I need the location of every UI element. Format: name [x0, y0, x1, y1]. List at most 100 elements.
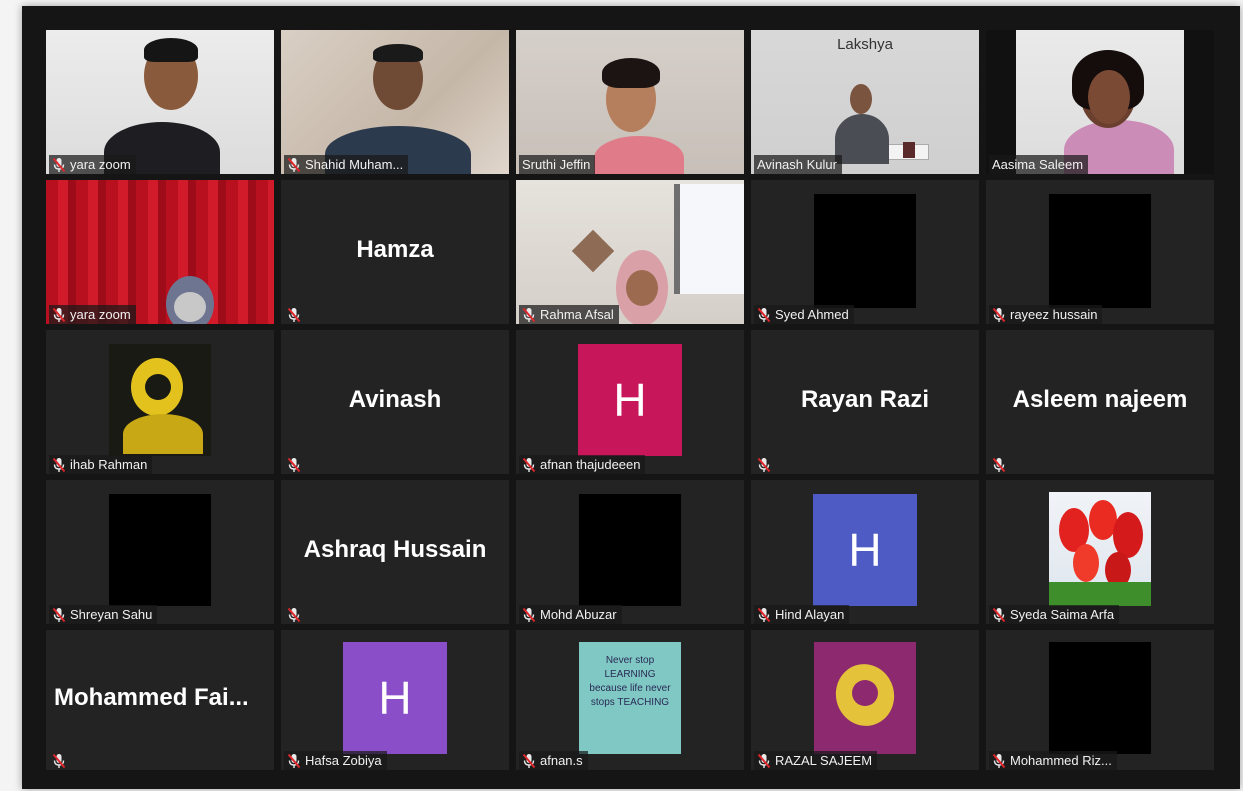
- participant-name: Aasima Saleem: [992, 157, 1084, 172]
- participant-avatar: [814, 642, 916, 754]
- participant-tile[interactable]: Avinash: [281, 330, 509, 474]
- participant-tile[interactable]: Syed Ahmed: [751, 180, 979, 324]
- participant-name: Mohammed Riz...: [1010, 753, 1112, 768]
- participant-display-name: Avinash: [348, 385, 442, 413]
- participant-name: Rahma Afsal: [540, 307, 614, 322]
- participant-video: [46, 180, 274, 324]
- participant-name: Shahid Muham...: [305, 157, 404, 172]
- participant-name-label: [49, 751, 71, 770]
- mic-muted-icon: [287, 457, 301, 473]
- participant-tile[interactable]: Mohammed Riz...: [986, 630, 1214, 770]
- participant-avatar: [109, 344, 211, 456]
- mic-muted-icon: [992, 307, 1006, 323]
- mic-muted-icon: [287, 753, 301, 769]
- mic-muted-icon: [757, 307, 771, 323]
- participant-tile[interactable]: Syeda Saima Arfa: [986, 480, 1214, 624]
- participant-tile[interactable]: Aasima Saleem: [986, 30, 1214, 174]
- participant-tile[interactable]: Asleem najeem: [986, 330, 1214, 474]
- mic-muted-icon: [757, 753, 771, 769]
- participant-tile[interactable]: Lakshya Avinash Kulur: [751, 30, 979, 174]
- participant-tile-active-speaker[interactable]: Sruthi Jeffin: [516, 30, 744, 174]
- participant-name-label: [754, 455, 776, 474]
- participant-name-label: Aasima Saleem: [989, 155, 1089, 174]
- participant-name-label: yara zoom: [49, 305, 136, 324]
- participant-tile[interactable]: H Hafsa Zobiya: [281, 630, 509, 770]
- participant-tile[interactable]: yara zoom: [46, 30, 274, 174]
- participant-video: [1016, 30, 1184, 174]
- participant-name-label: [284, 305, 306, 324]
- participant-name-label: yara zoom: [49, 155, 136, 174]
- participant-tile[interactable]: Never stop LEARNING because life never s…: [516, 630, 744, 770]
- participant-name-label: Hind Alayan: [754, 605, 850, 624]
- mic-muted-icon: [522, 607, 536, 623]
- participant-name-label: Mohammed Riz...: [989, 751, 1117, 770]
- participant-name-label: afnan thajudeeen: [519, 455, 646, 474]
- participant-tile[interactable]: Rahma Afsal: [516, 180, 744, 324]
- participant-name: Hind Alayan: [775, 607, 845, 622]
- participant-display-name: Mohammed Fai...: [54, 683, 249, 711]
- participant-display-name: Hamza: [356, 235, 434, 263]
- participant-display-name: Rayan Razi: [800, 385, 930, 413]
- mic-muted-icon: [287, 157, 301, 173]
- mic-muted-icon: [52, 753, 66, 769]
- participant-name: Hafsa Zobiya: [305, 753, 382, 768]
- mic-muted-icon: [522, 753, 536, 769]
- participant-avatar: H: [578, 344, 682, 456]
- mic-muted-icon: [52, 607, 66, 623]
- participant-tile[interactable]: yara zoom: [46, 180, 274, 324]
- participant-name-label: Syeda Saima Arfa: [989, 605, 1120, 624]
- participant-tile[interactable]: Ashraq Hussain: [281, 480, 509, 624]
- participant-name-label: Hafsa Zobiya: [284, 751, 387, 770]
- participant-tile[interactable]: RAZAL SAJEEM: [751, 630, 979, 770]
- mic-muted-icon: [522, 457, 536, 473]
- participant-name-label: RAZAL SAJEEM: [754, 751, 878, 770]
- participant-avatar: H: [343, 642, 447, 754]
- mic-muted-icon: [992, 607, 1006, 623]
- mic-muted-icon: [522, 307, 536, 323]
- participant-tile[interactable]: H Hind Alayan: [751, 480, 979, 624]
- participant-video: [281, 30, 509, 174]
- participant-avatar: [1049, 492, 1151, 606]
- participant-tile[interactable]: rayeez hussain: [986, 180, 1214, 324]
- participant-avatar: [814, 194, 916, 308]
- participant-name-label: [989, 455, 1011, 474]
- participant-name: Shreyan Sahu: [70, 607, 153, 622]
- participant-name-label: Sruthi Jeffin: [519, 155, 596, 174]
- participant-tile[interactable]: H afnan thajudeeen: [516, 330, 744, 474]
- mic-muted-icon: [757, 457, 771, 473]
- participant-avatar: [1049, 194, 1151, 308]
- mic-muted-icon: [992, 457, 1006, 473]
- participant-video: [46, 30, 274, 174]
- participant-name: Avinash Kulur: [757, 157, 837, 172]
- participant-name-label: Avinash Kulur: [754, 155, 842, 174]
- mic-muted-icon: [52, 457, 66, 473]
- participant-name: rayeez hussain: [1010, 307, 1098, 322]
- participant-name-label: Rahma Afsal: [519, 305, 619, 324]
- participant-name-label: ihab Rahman: [49, 455, 153, 474]
- participant-name-label: rayeez hussain: [989, 305, 1103, 324]
- participant-name: yara zoom: [70, 157, 131, 172]
- participant-display-name: Ashraq Hussain: [303, 535, 487, 563]
- participant-avatar: Never stop LEARNING because life never s…: [579, 642, 681, 754]
- participant-name: afnan.s: [540, 753, 583, 768]
- mic-muted-icon: [52, 157, 66, 173]
- participant-tile[interactable]: Shreyan Sahu: [46, 480, 274, 624]
- participant-avatar: H: [813, 494, 917, 606]
- mic-muted-icon: [287, 307, 301, 323]
- mic-muted-icon: [992, 753, 1006, 769]
- participant-tile[interactable]: Mohammed Fai...: [46, 630, 274, 770]
- participant-name-label: Shreyan Sahu: [49, 605, 158, 624]
- participant-name-label: [284, 455, 306, 474]
- participant-avatar: [109, 494, 211, 606]
- participant-video: [516, 30, 744, 174]
- participant-tile[interactable]: ihab Rahman: [46, 330, 274, 474]
- mic-muted-icon: [757, 607, 771, 623]
- participant-name-label: afnan.s: [519, 751, 588, 770]
- participant-tile[interactable]: Mohd Abuzar: [516, 480, 744, 624]
- participant-tile[interactable]: Rayan Razi: [751, 330, 979, 474]
- participant-name: RAZAL SAJEEM: [775, 753, 873, 768]
- avatar-quote-text: Never stop LEARNING because life never s…: [589, 655, 671, 708]
- participant-tile[interactable]: Shahid Muham...: [281, 30, 509, 174]
- participant-tile[interactable]: Hamza: [281, 180, 509, 324]
- participant-video: Lakshya: [751, 30, 979, 174]
